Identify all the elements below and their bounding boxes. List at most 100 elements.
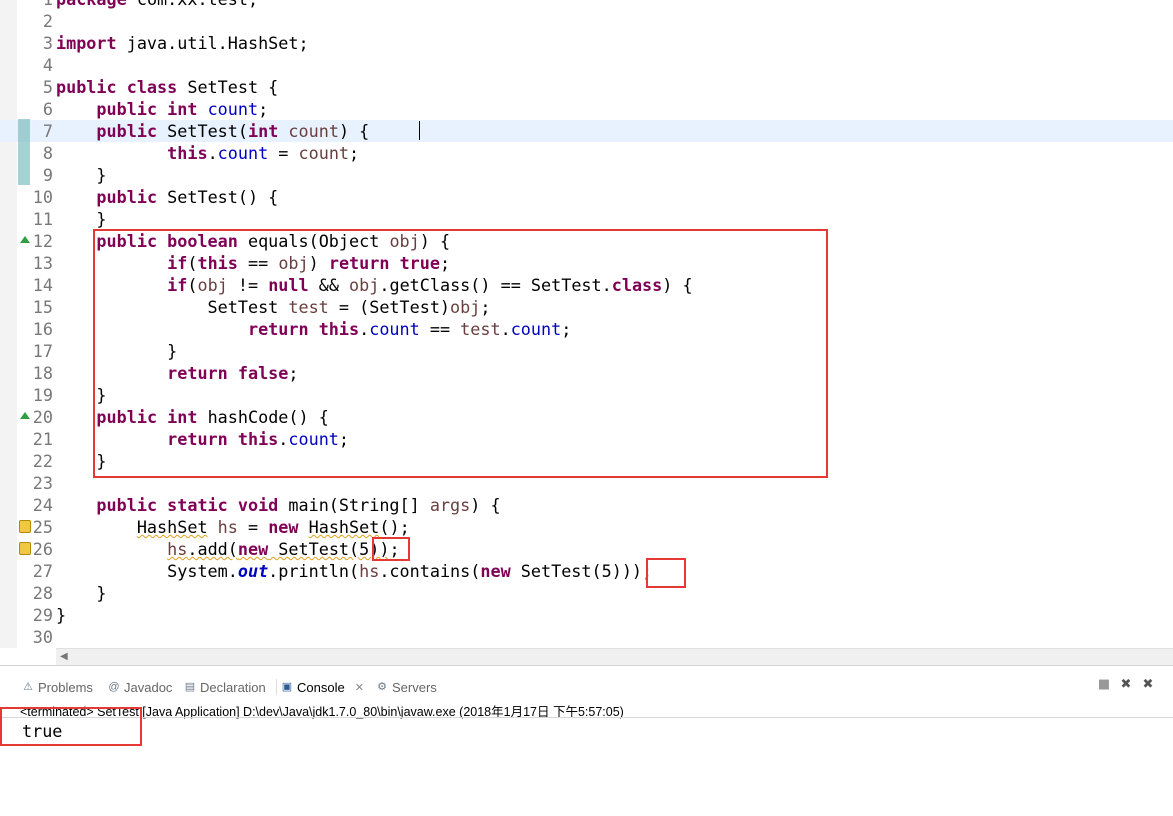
problems-icon: ⚠ (23, 681, 33, 693)
code-text[interactable]: HashSet hs = new HashSet(); (56, 516, 410, 538)
code-text[interactable]: public static void main(String[] args) { (56, 494, 500, 516)
code-text[interactable]: } (56, 340, 177, 362)
code-text[interactable]: return false; (56, 362, 298, 384)
tab-declaration[interactable]: ▤ Declaration (184, 677, 266, 697)
javadoc-icon: @ (108, 681, 120, 693)
code-text[interactable]: public SetTest(int count) { (56, 120, 369, 142)
scroll-left-icon[interactable]: ◀ (60, 651, 68, 662)
line-number: 23 (32, 473, 53, 493)
code-line[interactable]: 9 } (0, 164, 1173, 186)
code-line[interactable]: 20 public int hashCode() { (0, 406, 1173, 428)
line-number: 18 (32, 363, 53, 383)
code-line[interactable]: 24 public static void main(String[] args… (0, 494, 1173, 516)
warning-icon[interactable] (19, 542, 31, 555)
code-line[interactable]: 23 (0, 472, 1173, 494)
code-line[interactable]: 15 SetTest test = (SetTest)obj; (0, 296, 1173, 318)
code-text[interactable]: } (56, 450, 106, 472)
tab-servers[interactable]: ⚙ Servers (376, 677, 437, 697)
code-line[interactable]: 8 this.count = count; (0, 142, 1173, 164)
code-line[interactable]: 17 } (0, 340, 1173, 362)
code-editor[interactable]: 1package com.xx.test;23import java.util.… (0, 0, 1173, 648)
line-number: 24 (32, 495, 53, 515)
code-text[interactable]: return this.count; (56, 428, 349, 450)
code-text[interactable]: return this.count == test.count; (56, 318, 571, 340)
line-number: 11 (32, 209, 53, 229)
code-line[interactable]: 2 (0, 10, 1173, 32)
tab-label: Servers (392, 679, 437, 695)
code-text[interactable]: SetTest test = (SetTest)obj; (56, 296, 491, 318)
code-text[interactable]: hs.add(new SetTest(5)); (56, 538, 399, 560)
code-line[interactable]: 6 public int count; (0, 98, 1173, 120)
code-line[interactable]: 21 return this.count; (0, 428, 1173, 450)
line-number: 6 (42, 99, 53, 119)
code-line[interactable]: 26 hs.add(new SetTest(5)); (0, 538, 1173, 560)
line-number: 21 (32, 429, 53, 449)
horizontal-scrollbar[interactable]: ◀ (56, 648, 1173, 665)
text-caret (419, 121, 420, 140)
divider (0, 717, 1173, 718)
line-number: 16 (32, 319, 53, 339)
tab-console[interactable]: ▣ Console ✕ (281, 677, 364, 697)
code-text[interactable]: System.out.println(hs.contains(new SetTe… (56, 560, 652, 582)
tab-javadoc[interactable]: @ Javadoc (108, 677, 172, 697)
code-text[interactable]: } (56, 582, 106, 604)
line-number: 22 (32, 451, 53, 471)
code-line[interactable]: 19 } (0, 384, 1173, 406)
tab-problems[interactable]: ⚠ Problems (22, 677, 93, 697)
code-text[interactable]: if(obj != null && obj.getClass() == SetT… (56, 274, 692, 296)
line-number: 13 (32, 253, 53, 273)
remove-launch-icon[interactable]: ✖ (1119, 678, 1133, 692)
warning-icon[interactable] (19, 520, 31, 533)
code-line[interactable]: 30 (0, 626, 1173, 648)
code-line[interactable]: 3 import java.util.HashSet; (0, 32, 1173, 54)
line-number: 10 (32, 187, 53, 207)
code-text[interactable]: } (56, 384, 106, 406)
code-text[interactable]: public boolean equals(Object obj) { (56, 230, 450, 252)
code-text[interactable]: public int count; (56, 98, 268, 120)
code-text[interactable]: package com.xx.test; (56, 0, 258, 10)
code-line[interactable]: 4 (0, 54, 1173, 76)
override-marker-icon[interactable] (20, 236, 30, 243)
stop-icon[interactable]: ■ (1097, 678, 1111, 692)
code-text[interactable]: } (56, 208, 106, 230)
code-text[interactable]: } (56, 164, 106, 186)
panel-tab-bar: ⚠ Problems @ Javadoc ▤ Declaration ▣ Con… (0, 666, 1173, 700)
code-text[interactable]: public int hashCode() { (56, 406, 328, 428)
line-number: 30 (32, 627, 53, 647)
line-number: 1 (17, 0, 53, 10)
code-line[interactable]: 16 return this.count == test.count; (0, 318, 1173, 340)
tab-label: Javadoc (124, 679, 173, 695)
line-number: 14 (32, 275, 53, 295)
code-text[interactable]: } (56, 604, 66, 626)
tab-divider (276, 679, 277, 695)
line-number: 19 (32, 385, 53, 405)
code-line[interactable]: 14 if(obj != null && obj.getClass() == S… (0, 274, 1173, 296)
code-line[interactable]: 5 public class SetTest { (0, 76, 1173, 98)
code-text[interactable]: if(this == obj) return true; (56, 252, 450, 274)
code-line[interactable]: 29} (0, 604, 1173, 626)
code-line[interactable]: 12 public boolean equals(Object obj) { (0, 230, 1173, 252)
code-line[interactable]: 7 public SetTest(int count) { (0, 120, 1173, 142)
code-line[interactable]: 22 } (0, 450, 1173, 472)
code-text[interactable]: import java.util.HashSet; (56, 32, 309, 54)
code-line[interactable]: 27 System.out.println(hs.contains(new Se… (0, 560, 1173, 582)
line-number: 28 (32, 583, 53, 603)
remove-all-terminated-icon[interactable]: ✖ (1141, 678, 1155, 692)
code-line[interactable]: 11 } (0, 208, 1173, 230)
declaration-icon: ▤ (184, 681, 196, 693)
code-text[interactable]: public SetTest() { (56, 186, 278, 208)
code-line[interactable]: 1package com.xx.test; (0, 0, 1173, 10)
bottom-panel: ⚠ Problems @ Javadoc ▤ Declaration ▣ Con… (0, 665, 1173, 816)
code-line[interactable]: 18 return false; (0, 362, 1173, 384)
override-marker-icon[interactable] (20, 412, 30, 419)
close-icon[interactable]: ✕ (355, 681, 364, 694)
tab-label: Console (297, 679, 345, 695)
code-text[interactable]: public class SetTest { (56, 76, 278, 98)
code-text[interactable]: this.count = count; (56, 142, 359, 164)
code-line[interactable]: 13 if(this == obj) return true; (0, 252, 1173, 274)
code-line[interactable]: 25 HashSet hs = new HashSet(); (0, 516, 1173, 538)
console-output: true (22, 721, 63, 741)
code-line[interactable]: 28 } (0, 582, 1173, 604)
console-icon: ▣ (281, 681, 293, 693)
code-line[interactable]: 10 public SetTest() { (0, 186, 1173, 208)
